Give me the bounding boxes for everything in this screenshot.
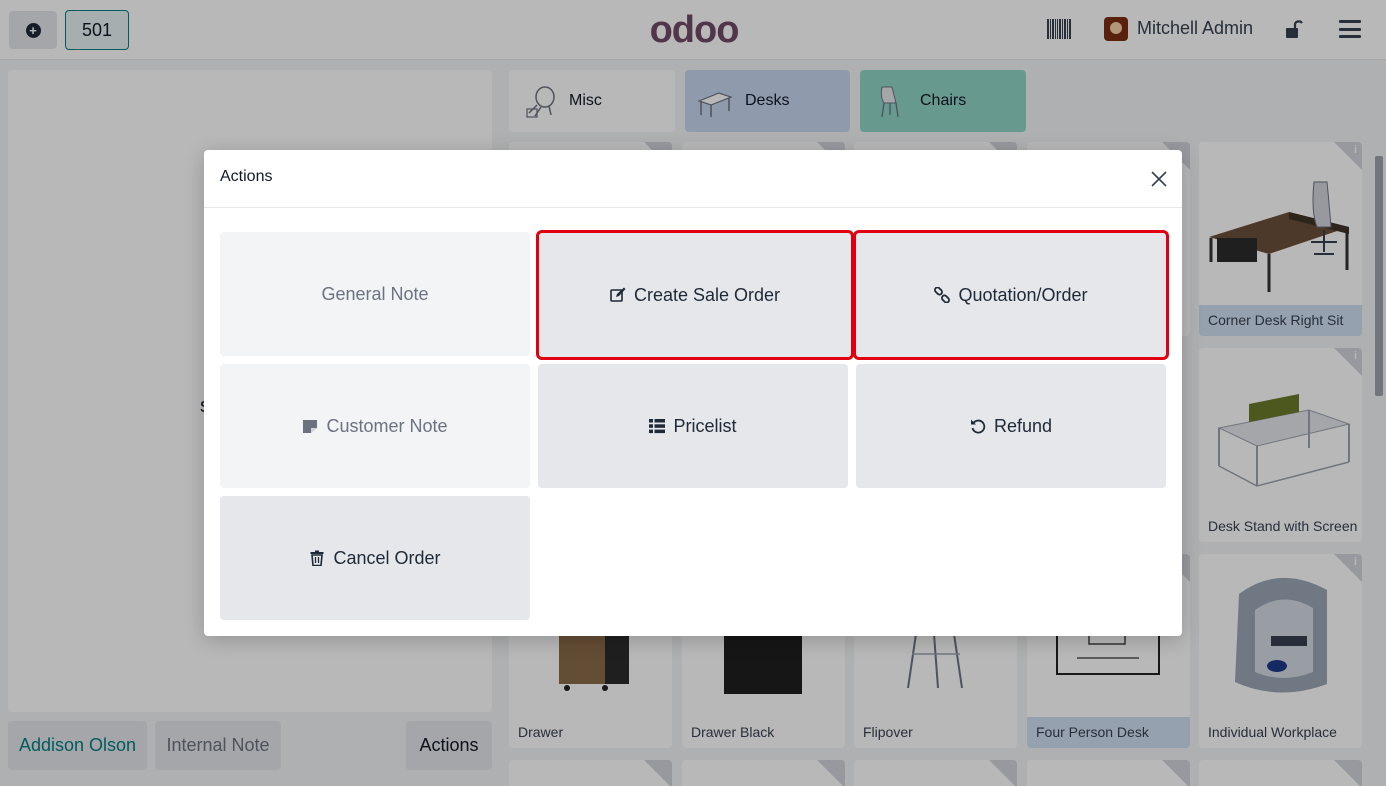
action-label: Cancel Order — [333, 547, 441, 568]
action-label: General Note — [321, 283, 429, 304]
close-icon[interactable] — [1148, 168, 1170, 190]
refund-button[interactable]: Refund — [856, 364, 1166, 488]
customer-note-button[interactable]: Customer Note — [220, 364, 530, 488]
action-label: Quotation/Order — [958, 284, 1088, 305]
edit-icon — [610, 287, 626, 302]
general-note-button[interactable]: General Note — [220, 232, 530, 356]
action-label: Customer Note — [326, 415, 448, 436]
create-sale-order-button[interactable]: Create Sale Order — [536, 230, 854, 360]
quotation-order-button[interactable]: Quotation/Order — [853, 230, 1169, 360]
pricelist-button[interactable]: Pricelist — [538, 364, 848, 488]
dialog-title: Actions — [220, 168, 273, 185]
action-label: Create Sale Order — [633, 284, 781, 305]
actions-dialog: Actions General Note Create Sale Order Q… — [204, 150, 1182, 636]
sticky-note-icon — [303, 420, 318, 433]
cancel-order-button[interactable]: Cancel Order — [220, 496, 530, 620]
action-label: Refund — [993, 415, 1053, 436]
action-label: Pricelist — [673, 415, 737, 436]
trash-icon — [310, 550, 324, 566]
list-icon — [649, 419, 666, 434]
undo-icon — [970, 419, 986, 434]
link-icon — [934, 287, 951, 303]
dialog-header: Actions — [204, 150, 1182, 208]
